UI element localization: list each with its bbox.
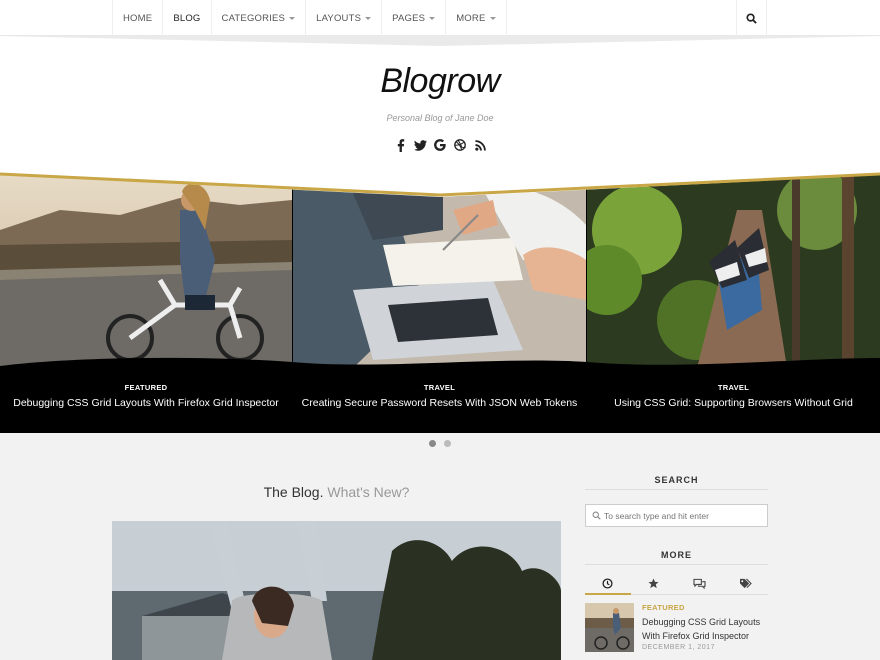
caret-down-icon xyxy=(365,16,372,20)
tab-tags[interactable] xyxy=(722,573,768,594)
site-tagline: Personal Blog of Jane Doe xyxy=(386,113,494,123)
facebook-icon[interactable] xyxy=(393,138,407,152)
caret-down-icon xyxy=(489,16,496,20)
twitter-icon[interactable] xyxy=(413,138,427,152)
slide-title[interactable]: Creating Secure Password Resets With JSO… xyxy=(293,397,586,409)
clock-icon xyxy=(602,578,613,589)
post-meta: FEATURED Debugging CSS Grid Layouts With… xyxy=(642,603,768,652)
nav-layouts[interactable]: LAYOUTS xyxy=(306,0,383,36)
sidebar-post[interactable]: FEATURED Debugging CSS Grid Layouts With… xyxy=(585,603,768,652)
post-category[interactable]: FEATURED xyxy=(642,603,768,612)
slide-2[interactable]: TRAVEL Creating Secure Password Resets W… xyxy=(293,170,586,433)
main-menu: HOME BLOG CATEGORIES LAYOUTS PAGES MORE xyxy=(112,0,767,36)
slider-caption-wave xyxy=(0,357,880,376)
nav-pages[interactable]: PAGES xyxy=(382,0,447,36)
sidebar-tabs xyxy=(585,573,768,595)
slide-title[interactable]: Debugging CSS Grid Layouts With Firefox … xyxy=(0,397,292,409)
post-thumbnail-bicycle xyxy=(585,603,634,652)
slider-dots xyxy=(0,440,880,447)
slide-category[interactable]: FEATURED xyxy=(0,383,292,392)
slide-1[interactable]: FEATURED Debugging CSS Grid Layouts With… xyxy=(0,170,292,433)
sidebar-search-box[interactable] xyxy=(585,504,768,527)
tab-recent[interactable] xyxy=(585,573,631,595)
site-header: Blogrow Personal Blog of Jane Doe xyxy=(0,36,880,186)
tab-comments[interactable] xyxy=(677,573,723,594)
rss-icon[interactable] xyxy=(473,138,487,152)
tab-popular[interactable] xyxy=(631,573,677,594)
blog-heading: The Blog. What's New? xyxy=(112,484,561,500)
slide-title[interactable]: Using CSS Grid: Supporting Browsers With… xyxy=(587,397,880,409)
sidebar-search-input[interactable] xyxy=(604,510,764,521)
logo-part1: Blog xyxy=(380,62,447,100)
comments-icon xyxy=(693,578,706,589)
dribbble-icon[interactable] xyxy=(453,138,467,152)
site-logo[interactable]: Blogrow xyxy=(0,62,880,101)
post-title[interactable]: Debugging CSS Grid Layouts With Firefox … xyxy=(642,615,768,643)
blog-heading-subtitle: What's New? xyxy=(327,484,410,500)
search-button[interactable] xyxy=(736,0,766,36)
slide-3[interactable]: TRAVEL Using CSS Grid: Supporting Browse… xyxy=(587,170,880,433)
slider-dot-1[interactable] xyxy=(429,440,436,447)
sidebar: SEARCH MORE FEATURED Debugging CSS Grid … xyxy=(585,470,768,652)
slide-category[interactable]: TRAVEL xyxy=(293,383,586,392)
slider-top-border xyxy=(0,170,880,197)
more-widget-title: MORE xyxy=(585,545,768,565)
nav-more[interactable]: MORE xyxy=(446,0,507,36)
caret-down-icon xyxy=(289,16,296,20)
slider-dot-2[interactable] xyxy=(444,440,451,447)
google-icon[interactable] xyxy=(433,138,447,152)
nav-home[interactable]: HOME xyxy=(113,0,164,36)
tags-icon xyxy=(739,578,752,589)
nav-categories[interactable]: CATEGORIES xyxy=(212,0,307,36)
search-icon xyxy=(592,511,601,520)
featured-post-image[interactable] xyxy=(112,521,561,660)
featured-image-woman xyxy=(112,521,561,660)
blog-heading-title: The Blog. xyxy=(263,484,324,500)
caret-down-icon xyxy=(429,16,436,20)
featured-slider: FEATURED Debugging CSS Grid Layouts With… xyxy=(0,170,880,433)
post-date: DECEMBER 1, 2017 xyxy=(642,644,715,651)
post-thumbnail[interactable] xyxy=(585,603,634,652)
top-navigation: HOME BLOG CATEGORIES LAYOUTS PAGES MORE xyxy=(0,0,880,36)
logo-part2: row xyxy=(446,62,500,100)
header-divider xyxy=(0,36,880,46)
slide-category[interactable]: TRAVEL xyxy=(587,383,880,392)
search-widget-title: SEARCH xyxy=(585,470,768,490)
social-links xyxy=(0,138,880,152)
search-icon xyxy=(746,12,757,24)
nav-blog[interactable]: BLOG xyxy=(163,0,212,36)
star-icon xyxy=(648,578,659,589)
